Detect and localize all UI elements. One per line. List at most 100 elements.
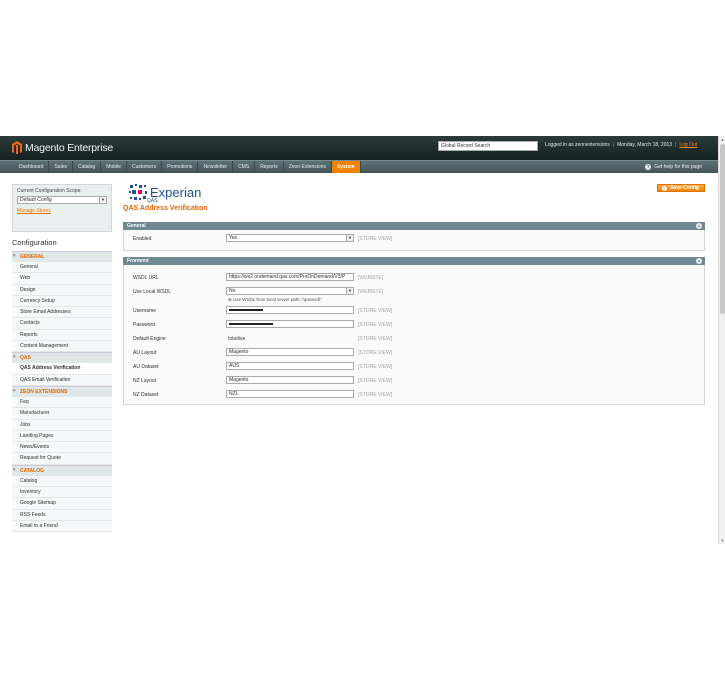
sidebar-item-reports[interactable]: Reports bbox=[12, 329, 112, 342]
wsdl-url-row: WSDL URL https://ws2.ondemand.qas.com/Pro… bbox=[124, 271, 704, 285]
nav-item-newsletter[interactable]: Newsletter bbox=[198, 161, 234, 173]
main-content: Experian QAS QAS Address Verification ✓ … bbox=[123, 182, 705, 405]
au-layout-text: Magento bbox=[229, 349, 249, 355]
use-local-wsdl-note: ⊕ Use WSDL from local server path "/qasw… bbox=[228, 297, 322, 302]
nav-item-cms[interactable]: CMS bbox=[233, 161, 256, 173]
sidebar-item-qas-email-verification[interactable]: QAS Email Verification bbox=[12, 374, 112, 386]
username-input[interactable] bbox=[226, 306, 354, 314]
scope-switcher: Current Configuration Scope: Default Con… bbox=[12, 184, 112, 232]
sidebar-item-contacts[interactable]: Contacts bbox=[12, 318, 112, 330]
nav-item-sales[interactable]: Sales bbox=[49, 161, 73, 173]
brand-edition: Enterprise bbox=[67, 141, 114, 154]
sidebar-item-inventory[interactable]: Inventory bbox=[12, 487, 112, 499]
sidebar-item-web[interactable]: Web bbox=[12, 273, 112, 285]
sidebar-item-jobs[interactable]: Jobs bbox=[12, 419, 112, 431]
save-config-label: Save Config bbox=[670, 185, 699, 191]
nz-dataset-input[interactable]: NZL bbox=[226, 390, 354, 398]
nz-layout-input[interactable]: Magento bbox=[226, 376, 354, 384]
collapse-icon[interactable]: ▲ bbox=[696, 223, 702, 229]
password-scope: [STORE VIEW] bbox=[358, 322, 393, 328]
sidebar-item-currency-setup[interactable]: Currency Setup bbox=[12, 295, 112, 308]
au-dataset-text: AUS bbox=[229, 363, 240, 369]
nz-layout-scope: [STORE VIEW] bbox=[358, 378, 393, 384]
sidebar-item-landing-pages[interactable]: Landing Pages bbox=[12, 430, 112, 443]
nav-item-system[interactable]: System bbox=[331, 161, 361, 173]
sidebar-item-content-management[interactable]: Content Management bbox=[12, 341, 112, 353]
scroll-thumb[interactable] bbox=[720, 144, 725, 314]
sidebar-item-request-for-quote[interactable]: Request for Quote bbox=[12, 453, 112, 465]
au-layout-row: AU Layout Magento [STORE VIEW] bbox=[124, 346, 704, 360]
sidebar-item-store-email-addresses[interactable]: Store Email Addresses bbox=[12, 307, 112, 319]
sidebar-section-catalog[interactable]: CATALOG bbox=[12, 464, 112, 476]
sidebar-item-manufacturer[interactable]: Manufacturer bbox=[12, 408, 112, 420]
au-layout-input[interactable]: Magento bbox=[226, 348, 354, 356]
use-local-wsdl-row: Use Local WSDL No ▼ [WEBSITE] ⊕ Use WSDL fro… bbox=[124, 285, 704, 304]
scope-select[interactable]: Default Config ▼ bbox=[17, 196, 107, 204]
enabled-scope: [STORE VIEW] bbox=[358, 236, 393, 242]
manage-stores-link[interactable]: Manage Stores bbox=[17, 208, 107, 214]
separator: | bbox=[675, 142, 677, 148]
magento-logo[interactable]: Magento Enterprise bbox=[12, 141, 113, 154]
nz-layout-row: NZ Layout Magento [STORE VIEW] bbox=[124, 374, 704, 388]
frontend-section-header[interactable]: Frontend ▲ bbox=[123, 257, 705, 265]
default-engine-label: Default Engine bbox=[133, 336, 166, 342]
sidebar-item-google-sitemap[interactable]: Google Sitemap bbox=[12, 498, 112, 510]
password-label: Password bbox=[133, 322, 155, 328]
nav-item-promotions[interactable]: Promotions bbox=[162, 161, 199, 173]
separator: | bbox=[612, 142, 615, 148]
help-icon: ? bbox=[645, 164, 652, 170]
nz-dataset-scope: [STORE VIEW] bbox=[358, 392, 393, 398]
use-local-wsdl-scope: [WEBSITE] bbox=[358, 289, 384, 295]
global-search-input[interactable]: Global Record Search bbox=[438, 141, 538, 151]
page-scrollbar[interactable]: ▲ ▼ bbox=[718, 136, 725, 544]
nav-item-dashboard[interactable]: Dashboard bbox=[14, 161, 50, 173]
wsdl-url-label: WSDL URL bbox=[133, 275, 159, 281]
collapse-icon[interactable]: ▲ bbox=[696, 258, 702, 264]
nav-item-reports[interactable]: Reports bbox=[255, 161, 284, 173]
sidebar-section-zeon-extensions[interactable]: ZEON EXTENSIONS bbox=[12, 385, 112, 397]
nav-item-zeon-extensions[interactable]: Zeon Extensions bbox=[284, 161, 332, 173]
wsdl-url-input[interactable]: https://ws2.ondemand.qas.com/ProOnDemand… bbox=[226, 273, 354, 281]
sidebar-item-general[interactable]: General bbox=[12, 262, 112, 274]
experian-wordmark: Experian bbox=[150, 184, 202, 200]
chevron-down-icon: ▼ bbox=[99, 197, 106, 203]
redaction-mark bbox=[229, 323, 273, 325]
use-local-wsdl-text: No bbox=[229, 288, 236, 294]
au-dataset-input[interactable]: AUS bbox=[226, 362, 354, 370]
use-local-wsdl-select[interactable]: No ▼ bbox=[226, 287, 354, 295]
default-engine-scope: [STORE VIEW] bbox=[358, 336, 393, 342]
config-sidebar: Current Configuration Scope: Default Con… bbox=[12, 184, 112, 533]
au-layout-scope: [STORE VIEW] bbox=[358, 350, 393, 356]
nz-layout-label: NZ Layout bbox=[133, 378, 157, 384]
help-link[interactable]: ? Get help for this page bbox=[645, 164, 702, 170]
sidebar-item-catalog[interactable]: Catalog bbox=[12, 475, 112, 488]
logout-link[interactable]: Log Out bbox=[679, 142, 697, 148]
experian-logo: Experian QAS bbox=[129, 182, 705, 204]
sidebar-item-email-to-a-friend[interactable]: Email to a Friend bbox=[12, 520, 112, 533]
nav-item-customers[interactable]: Customers bbox=[127, 161, 163, 173]
sidebar-item-news-events[interactable]: News/Events bbox=[12, 442, 112, 454]
save-config-button[interactable]: ✓ Save Config bbox=[657, 184, 705, 192]
enabled-row: Enabled Yes ▼ [STORE VIEW] bbox=[124, 232, 704, 246]
nav-item-catalog[interactable]: Catalog bbox=[73, 161, 102, 173]
scope-value: Default Config bbox=[20, 197, 52, 203]
nz-dataset-row: NZ Dataset NZL [STORE VIEW] bbox=[124, 388, 704, 402]
sidebar-item-qas-address-verification[interactable]: QAS Address Verification bbox=[12, 363, 112, 375]
admin-header: Magento Enterprise Global Record Search … bbox=[0, 136, 718, 160]
scroll-down-arrow-icon[interactable]: ▼ bbox=[719, 537, 725, 544]
default-engine-text: Intuitive bbox=[228, 336, 246, 342]
password-input[interactable] bbox=[226, 320, 354, 328]
sidebar-item-rss-feeds[interactable]: RSS Feeds bbox=[12, 509, 112, 521]
nav-item-mobile[interactable]: Mobile bbox=[101, 161, 127, 173]
sidebar-section-general[interactable]: GENERAL bbox=[12, 251, 112, 262]
sidebar-item-design[interactable]: Design bbox=[12, 284, 112, 296]
scroll-up-arrow-icon[interactable]: ▲ bbox=[719, 136, 725, 143]
sidebar-item-faq[interactable]: Faq bbox=[12, 396, 112, 409]
username-label: Username bbox=[133, 308, 157, 314]
password-row: Password [STORE VIEW] bbox=[124, 318, 704, 332]
sidebar-section-qas[interactable]: QAS bbox=[12, 352, 112, 364]
enabled-select[interactable]: Yes ▼ bbox=[226, 234, 354, 242]
general-section-header[interactable]: General ▲ bbox=[123, 222, 705, 230]
use-local-wsdl-label: Use Local WSDL bbox=[133, 289, 172, 295]
frontend-section-title: Frontend bbox=[127, 258, 149, 264]
